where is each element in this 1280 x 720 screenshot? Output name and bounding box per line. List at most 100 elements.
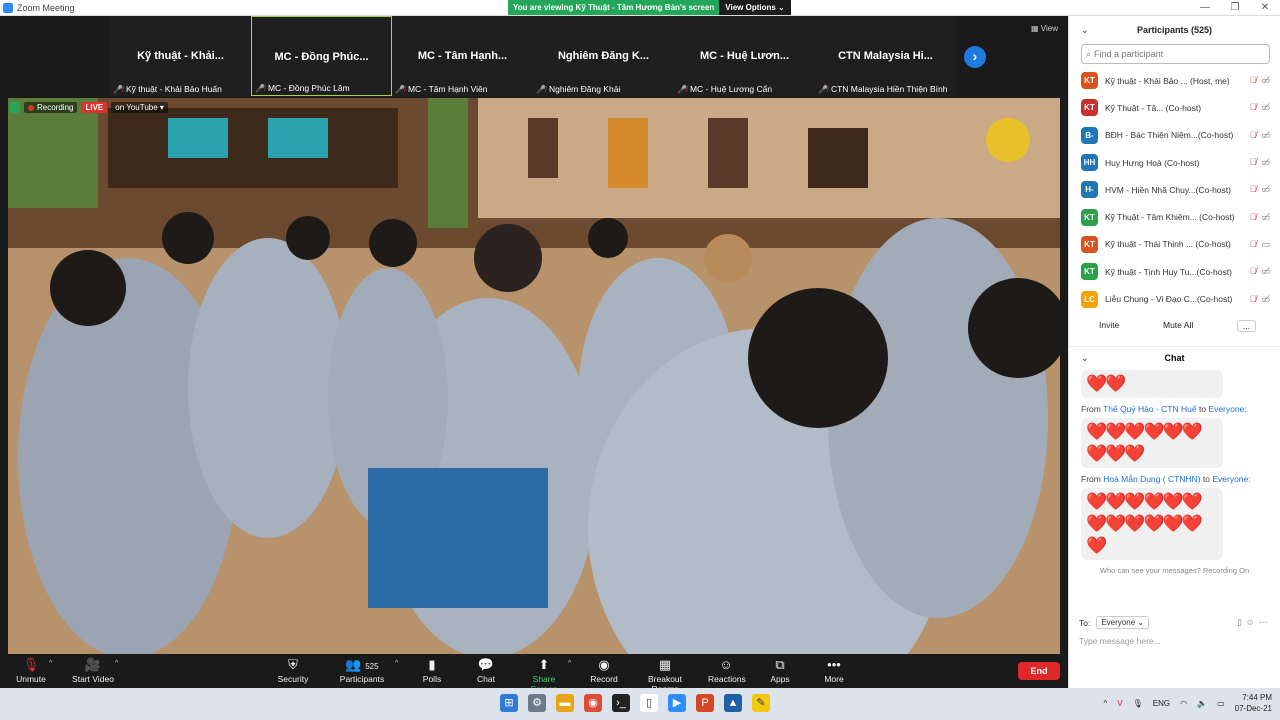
participant-row[interactable]: LC Liễu Chung - Vi Đạo C...(Co-host) 🎙̸ ▭̸ bbox=[1069, 285, 1280, 312]
powerpoint-icon[interactable]: P bbox=[696, 694, 714, 712]
language-indicator[interactable]: ENG bbox=[1153, 699, 1170, 708]
thumbnail-name: CTN Malaysia Hi... bbox=[838, 50, 933, 62]
file-explorer-icon[interactable]: ▬ bbox=[556, 694, 574, 712]
recording-indicator[interactable]: Recording bbox=[24, 102, 78, 113]
collapse-chevron-icon[interactable]: ⌄ bbox=[1081, 25, 1089, 36]
chat-button[interactable]: 💬 Chat bbox=[474, 656, 498, 684]
share-options-caret-icon[interactable]: ^ bbox=[568, 660, 571, 667]
participants-caret-icon[interactable]: ^ bbox=[395, 660, 398, 667]
sticky-notes-icon[interactable]: ✎ bbox=[752, 694, 770, 712]
muted-mic-icon[interactable]: 🎙̸ bbox=[1250, 294, 1257, 305]
participants-more-button[interactable]: ... bbox=[1236, 319, 1256, 332]
chat-more-icon[interactable]: ⋯ bbox=[1259, 617, 1272, 627]
settings-icon[interactable]: ⚙ bbox=[528, 694, 546, 712]
avatar: H- bbox=[1081, 181, 1098, 199]
next-page-button[interactable]: › bbox=[964, 46, 986, 68]
record-dot-icon bbox=[28, 104, 34, 111]
muted-mic-icon[interactable]: 🎙̸ bbox=[1250, 212, 1257, 223]
thumbnail-label: MC - Đồng Phúc Lâm bbox=[267, 83, 350, 93]
participant-row[interactable]: KT Kỹ thuật - Khải Bảo ... (Host, me) 🎙̸ ▭̸ bbox=[1069, 67, 1280, 94]
chat-sender[interactable]: Thế Quý Hảo - CTN Huế bbox=[1103, 404, 1197, 414]
polls-button[interactable]: ▮ Polls bbox=[420, 656, 444, 684]
clock[interactable]: 7:44 PM 07-Dec-21 bbox=[1235, 692, 1272, 714]
muted-mic-icon[interactable]: 🎙̸ bbox=[1250, 157, 1257, 168]
participants-button[interactable]: 👥 525 Participants bbox=[339, 656, 385, 684]
participant-thumbnail[interactable]: CTN Malaysia Hi... 🎤̸ CTN Malaysia Hiền T… bbox=[815, 16, 956, 96]
photos-icon[interactable]: ▲ bbox=[724, 694, 742, 712]
terminal-icon[interactable]: ›_ bbox=[612, 694, 630, 712]
tray-overflow-icon[interactable]: ^ bbox=[1104, 699, 1108, 708]
start-video-button[interactable]: 🎥 Start Video bbox=[70, 656, 116, 684]
view-button[interactable]: ▦ View bbox=[1031, 24, 1058, 33]
apps-button[interactable]: ⧉ Apps bbox=[768, 656, 792, 684]
participant-thumbnail[interactable]: Nghiêm Đăng K... 🎤̸ Nghiêm Đăng Khải bbox=[533, 16, 674, 96]
chat-recipient-select[interactable]: Everyone ⌄ bbox=[1096, 616, 1150, 629]
video-options-caret-icon[interactable]: ^ bbox=[115, 660, 118, 667]
muted-mic-icon[interactable]: 🎙̸ bbox=[1250, 184, 1257, 195]
security-button[interactable]: ⛨ Security bbox=[276, 656, 310, 684]
participant-thumbnail[interactable]: MC - Huệ Lươn... 🎤̸ MC - Huệ Lương Cẩn bbox=[674, 16, 815, 96]
wifi-icon[interactable]: ◠ bbox=[1180, 699, 1187, 708]
muted-mic-icon[interactable]: 🎙̸ bbox=[1250, 102, 1257, 113]
muted-mic-icon[interactable]: 🎙̸ bbox=[1250, 75, 1257, 86]
unikey-icon[interactable]: V bbox=[1117, 699, 1122, 708]
file-icon[interactable]: ▯ bbox=[1237, 617, 1246, 627]
windows-start-icon[interactable]: ⊞ bbox=[500, 694, 518, 712]
chrome-icon[interactable]: ◉ bbox=[584, 694, 602, 712]
participant-name: Kỹ thuật - Thái Thịnh ... (Co-host) bbox=[1105, 239, 1231, 250]
participant-row[interactable]: HH Huy Hưng Hoà (Co-host) 🎙̸ ▭̸ bbox=[1069, 149, 1280, 176]
audio-options-caret-icon[interactable]: ^ bbox=[49, 660, 52, 667]
shared-video: Recording LIVE on YouTube ▾ bbox=[8, 98, 1060, 670]
microphone-icon[interactable]: 🎙 bbox=[1133, 699, 1143, 708]
minimize-button[interactable]: — bbox=[1190, 0, 1220, 16]
video-off-icon: ▭̸ bbox=[1261, 211, 1270, 222]
muted-mic-icon[interactable]: 🎙̸ bbox=[1250, 266, 1257, 277]
volume-icon[interactable]: 🔈 bbox=[1197, 699, 1207, 708]
participant-row[interactable]: KT Kỹ thuật - Thái Thịnh ... (Co-host) 🎙̸ ▭ bbox=[1069, 231, 1280, 258]
chat-message-bubble: ❤️❤️❤️❤️❤️❤️❤️❤️❤️ bbox=[1081, 417, 1223, 468]
participant-thumbnail[interactable]: Kỹ thuật - Khải... 🎤̸ Kỹ thuật - Khải Bảo… bbox=[110, 16, 251, 96]
meeting-toolbar: 🎙 Unmute ^ 🎥 Start Video ^ ⛨ Security 👥 525… bbox=[0, 654, 1068, 694]
zoom-icon[interactable]: ▶ bbox=[668, 694, 686, 712]
reactions-button[interactable]: ☺ Reactions bbox=[708, 656, 746, 684]
participant-thumbnail-active[interactable]: MC - Đồng Phúc... 🎤̸ MC - Đồng Phúc Lâm bbox=[251, 16, 392, 96]
chat-recipient[interactable]: Everyone: bbox=[1208, 404, 1246, 414]
record-button[interactable]: ◉ Record bbox=[590, 656, 618, 684]
window-title: Zoom Meeting bbox=[17, 2, 75, 13]
participant-search-input[interactable]: ⌕ Find a participant bbox=[1081, 44, 1270, 64]
participant-row[interactable]: KT Kỹ Thuật - Tâ... (Co-host) 🎙̸ ▭̸ bbox=[1069, 94, 1280, 121]
video-off-icon: ▭̸ bbox=[1261, 157, 1270, 168]
more-button[interactable]: ••• More bbox=[822, 656, 846, 684]
maximize-button[interactable]: ❐ bbox=[1220, 0, 1250, 16]
unmute-button[interactable]: 🎙 Unmute bbox=[14, 656, 48, 684]
shield-icon[interactable] bbox=[10, 102, 20, 113]
window-controls: — ❐ ✕ bbox=[1190, 0, 1280, 16]
muted-mic-icon[interactable]: 🎙̸ bbox=[1250, 239, 1257, 250]
participant-row[interactable]: KT Kỹ Thuật - Tâm Khiêm... (Co-host) 🎙̸ ▭̸ bbox=[1069, 203, 1280, 230]
end-meeting-button[interactable]: End bbox=[1018, 662, 1060, 680]
chat-sender[interactable]: Hoà Mẫn Dung ( CTNHN) bbox=[1103, 474, 1200, 484]
emoji-icon[interactable]: ☺ bbox=[1246, 617, 1259, 627]
close-button[interactable]: ✕ bbox=[1250, 0, 1280, 16]
collapse-chevron-icon[interactable]: ⌄ bbox=[1081, 353, 1089, 364]
participant-thumbnail[interactable]: MC - Tâm Hạnh... 🎤̸ MC - Tâm Hạnh Viên bbox=[392, 16, 533, 96]
document-icon[interactable]: ▯ bbox=[640, 694, 658, 712]
chat-visibility-notice[interactable]: Who can see your messages? Recording On bbox=[1069, 566, 1280, 575]
view-options-button[interactable]: View Options ⌄ bbox=[719, 0, 791, 15]
youtube-stream-dropdown[interactable]: on YouTube ▾ bbox=[111, 102, 168, 113]
mute-all-button[interactable]: Mute All bbox=[1163, 320, 1193, 332]
side-panel: ⌄ Participants (525) ⌕ Find a participan… bbox=[1068, 16, 1280, 688]
chat-message-input[interactable]: Type message here... bbox=[1079, 636, 1161, 646]
avatar: B- bbox=[1081, 126, 1098, 144]
battery-icon[interactable]: ▭ bbox=[1217, 699, 1225, 708]
participant-row[interactable]: H- HVM - Hiền Nhã Chuy...(Co-host) 🎙̸ ▭̸ bbox=[1069, 176, 1280, 203]
participant-row[interactable]: B- BĐH - Bác Thiện Niệm...(Co-host) 🎙̸ ▭̸ bbox=[1069, 122, 1280, 149]
system-tray: ^ V 🎙 ENG ◠ 🔈 ▭ 7:44 PM 07-Dec-21 bbox=[1104, 692, 1272, 714]
participant-name: Liễu Chung - Vi Đạo C...(Co-host) bbox=[1105, 294, 1233, 305]
participant-row[interactable]: KT Kỹ thuật - Tịnh Huy Tu...(Co-host) 🎙̸ ▭̸ bbox=[1069, 258, 1280, 285]
chat-recipient[interactable]: Everyone: bbox=[1212, 474, 1250, 484]
video-off-icon: ▭̸ bbox=[1261, 184, 1270, 195]
viewing-screen-label: You are viewing Kỹ Thuật - Tâm Hương Bản… bbox=[508, 0, 720, 15]
muted-mic-icon[interactable]: 🎙̸ bbox=[1250, 130, 1257, 141]
invite-button[interactable]: Invite bbox=[1099, 320, 1119, 332]
